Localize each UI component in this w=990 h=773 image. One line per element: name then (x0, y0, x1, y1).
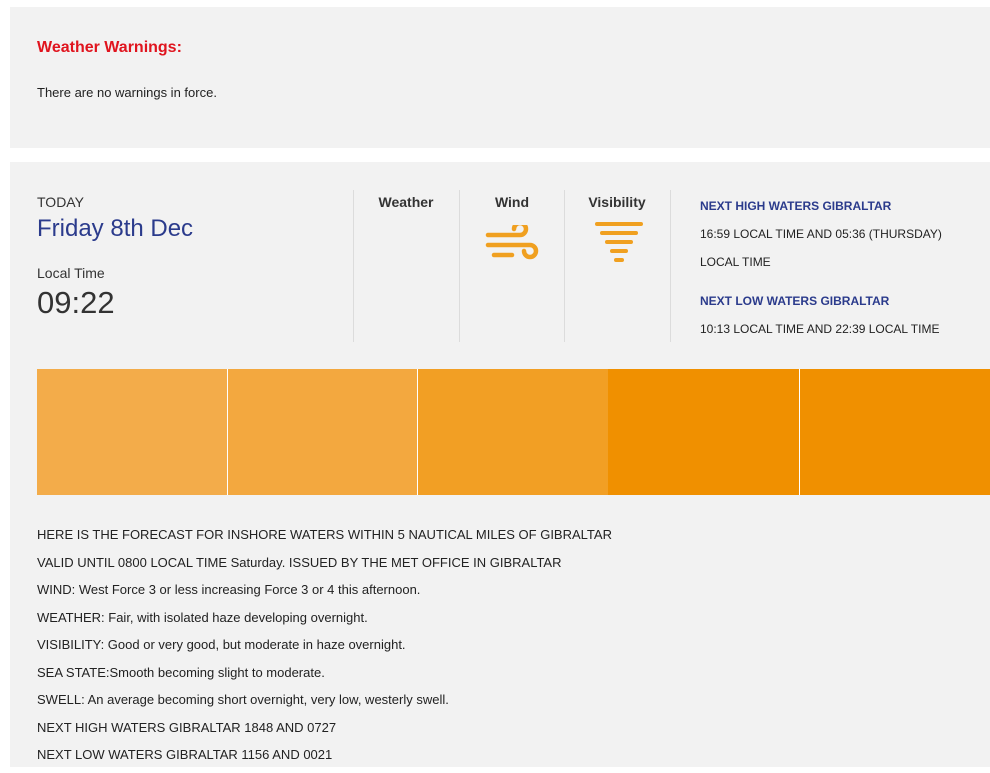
forecast-color-strip (37, 369, 990, 495)
strip-segment (417, 369, 608, 495)
local-time-label: Local Time (37, 265, 105, 281)
forecast-line: NEXT LOW WATERS GIBRALTAR 1156 AND 0021 (37, 747, 333, 762)
high-waters-block: NEXT HIGH WATERS GIBRALTAR 16:59 LOCAL T… (700, 197, 942, 271)
high-waters-times-cont: LOCAL TIME (700, 255, 771, 269)
forecast-line: SEA STATE:Smooth becoming slight to mode… (37, 664, 325, 680)
low-waters-heading: NEXT LOW WATERS GIBRALTAR (700, 294, 890, 308)
wind-icon (484, 220, 542, 266)
weather-warnings-panel: Weather Warnings: There are no warnings … (10, 7, 990, 148)
low-waters-times: 10:13 LOCAL TIME AND 22:39 LOCAL TIME (700, 322, 940, 336)
local-time-value: 09:22 (37, 285, 115, 320)
strip-segment (799, 369, 990, 495)
forecast-line: VISIBILITY: Good or very good, but moder… (37, 637, 406, 652)
forecast-line: VALID UNTIL 0800 LOCAL TIME Saturday. IS… (37, 554, 562, 570)
forecast-panel: TODAY Friday 8th Dec Local Time 09:22 We… (10, 162, 990, 767)
high-waters-heading: NEXT HIGH WATERS GIBRALTAR (700, 199, 892, 213)
fog-icon (594, 220, 644, 269)
forecast-text: HERE IS THE FORECAST FOR INSHORE WATERS … (37, 525, 612, 773)
forecast-line: HERE IS THE FORECAST FOR INSHORE WATERS … (37, 527, 612, 542)
low-waters-block: NEXT LOW WATERS GIBRALTAR 10:13 LOCAL TI… (700, 292, 939, 338)
forecast-line: WEATHER: Fair, with isolated haze develo… (37, 609, 368, 625)
warnings-title: Weather Warnings: (37, 39, 182, 56)
column-divider (564, 190, 565, 342)
visibility-column-header: Visibility (588, 194, 646, 210)
strip-segment (608, 369, 799, 495)
today-date: Friday 8th Dec (37, 215, 194, 242)
weather-column-header: Weather (378, 194, 434, 210)
high-waters-times: 16:59 LOCAL TIME AND 05:36 (THURSDAY) (700, 227, 942, 241)
column-divider (459, 190, 460, 342)
forecast-line: NEXT HIGH WATERS GIBRALTAR 1848 AND 0727 (37, 719, 337, 735)
forecast-line: WIND: West Force 3 or less increasing Fo… (37, 582, 421, 597)
strip-segment (37, 369, 227, 495)
column-divider (670, 190, 671, 342)
forecast-line: SWELL: An average becoming short overnig… (37, 692, 449, 707)
strip-segment (227, 369, 417, 495)
wind-column-header: Wind (494, 194, 530, 210)
warnings-text: There are no warnings in force. (37, 85, 217, 100)
today-label: TODAY (37, 194, 84, 210)
column-divider (353, 190, 354, 342)
